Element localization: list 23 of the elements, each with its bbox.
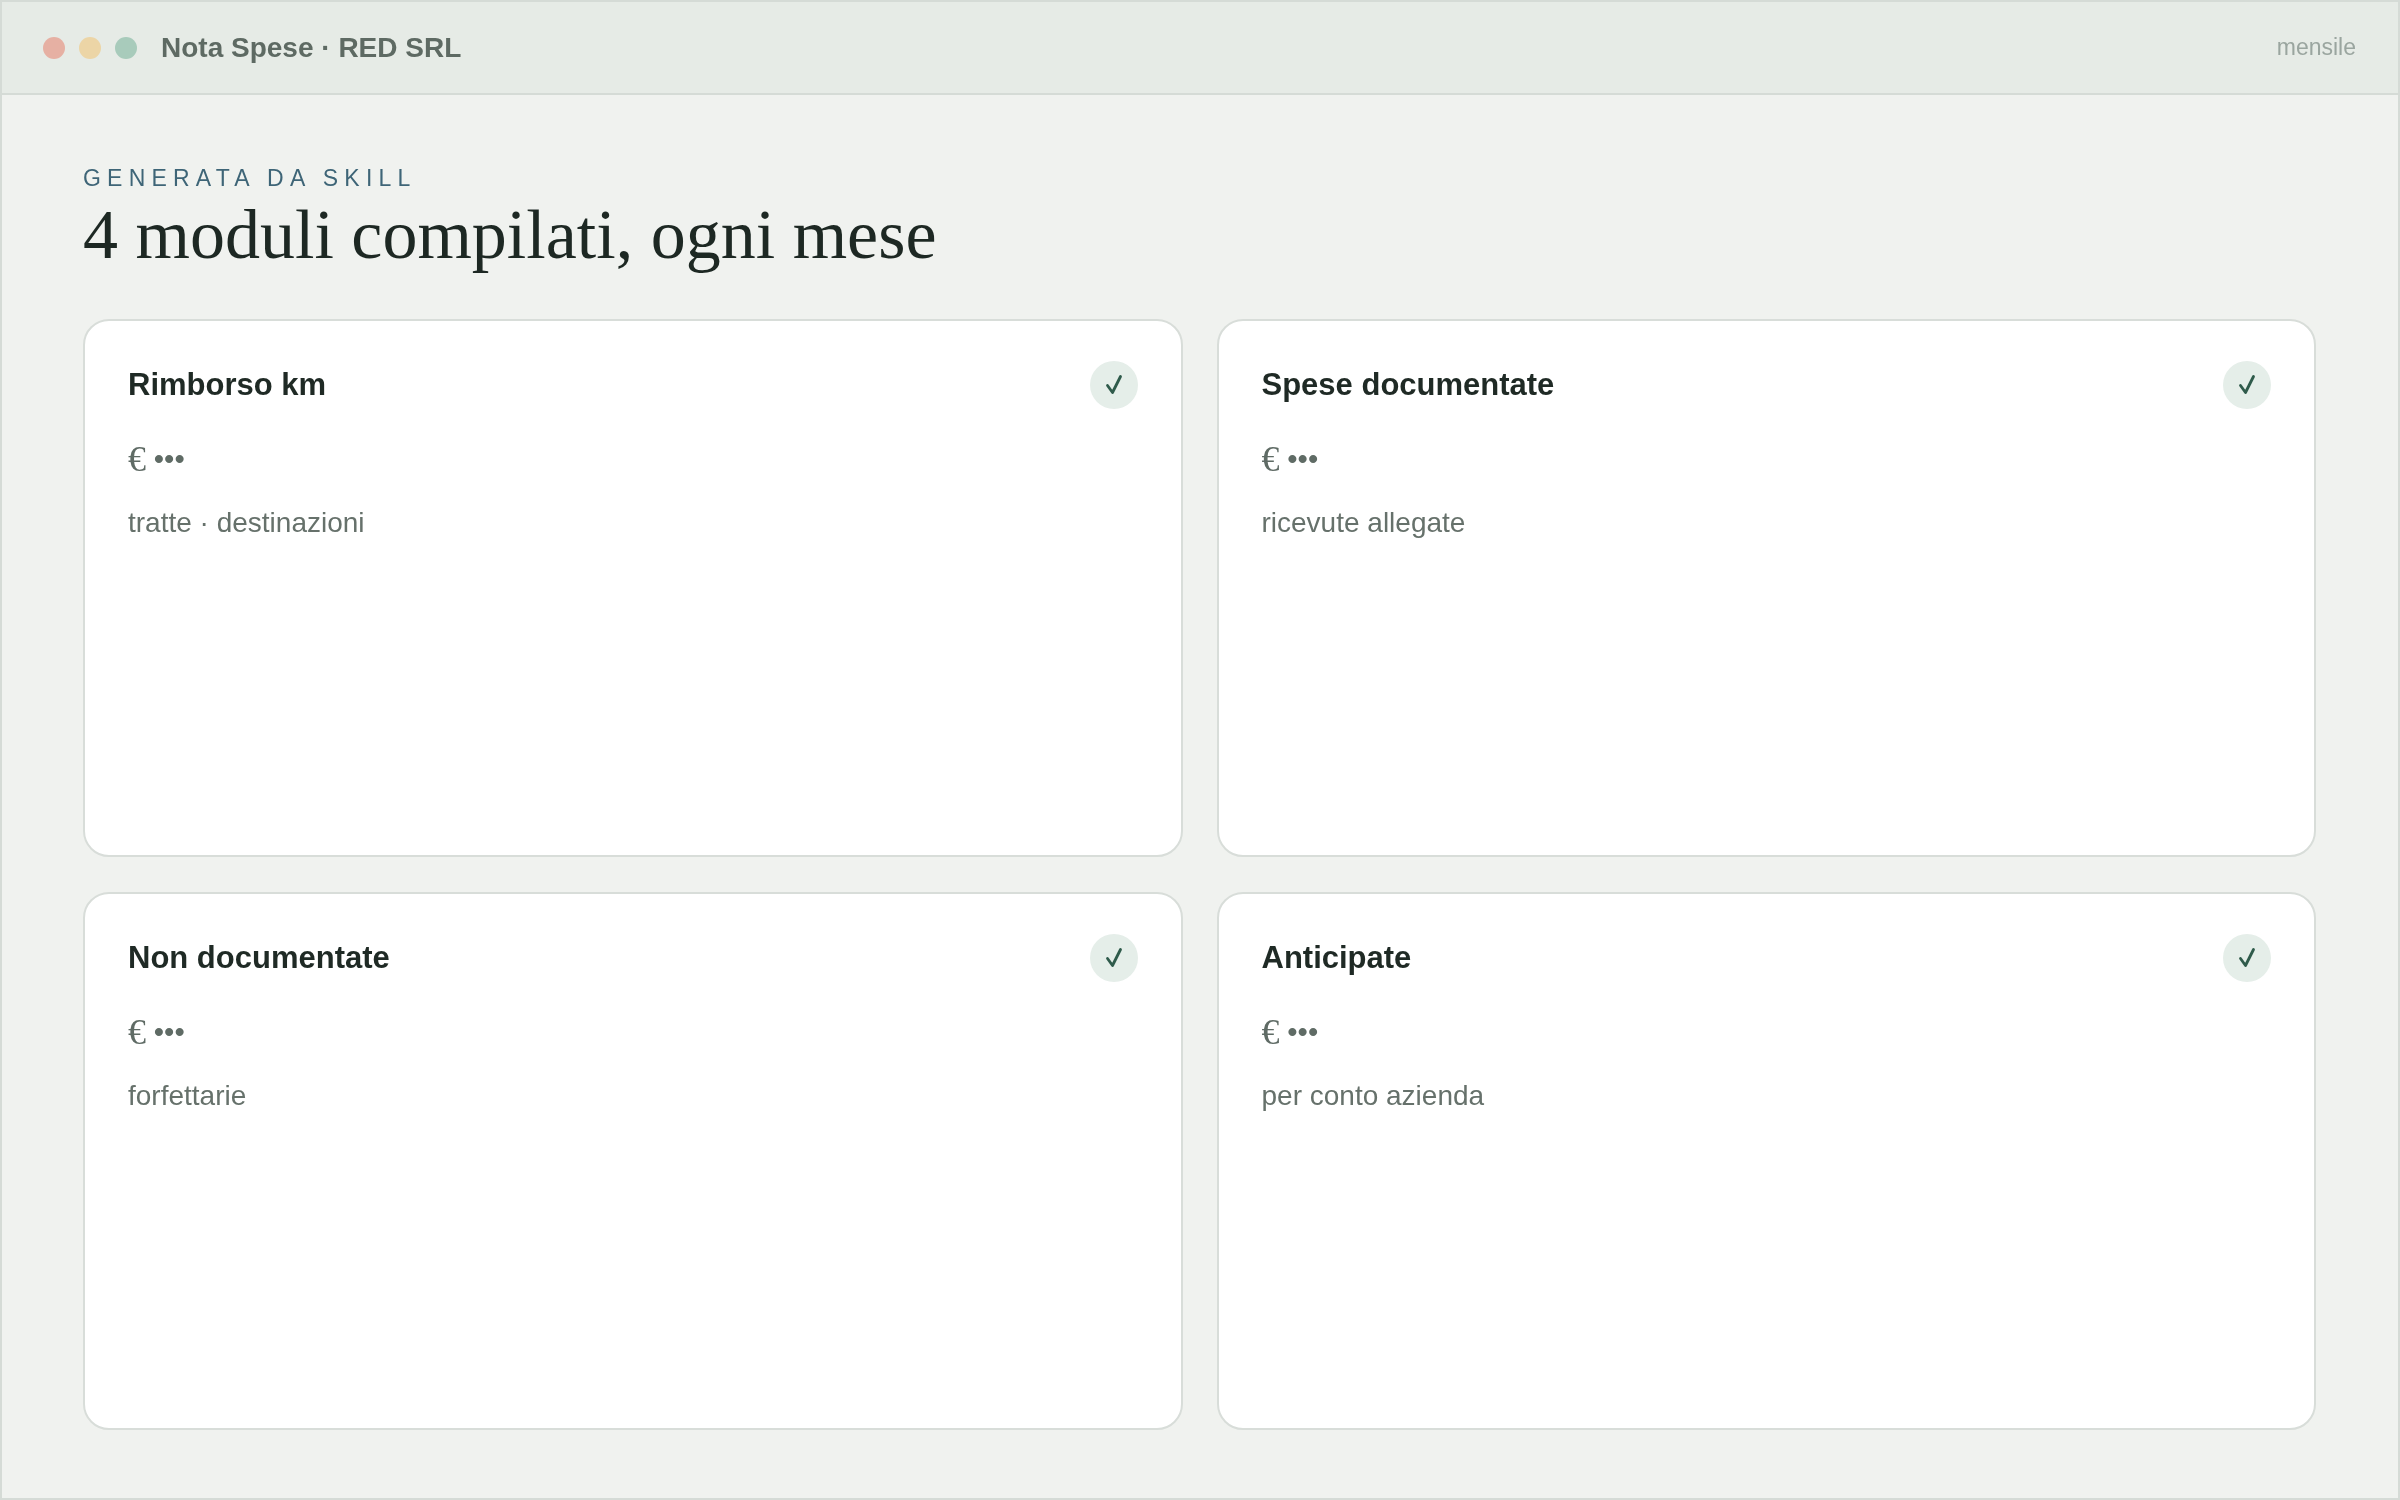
form-title: Anticipate [1261,939,1412,977]
period-label: mensile [2276,33,2356,63]
window-minimize-icon[interactable] [79,36,101,59]
eyebrow-label: GENERATA DA SKILL [83,165,417,193]
masked-amount: ••• [154,1015,186,1049]
form-title: Spese documentate [1261,366,1555,404]
window-zoom-icon[interactable] [115,36,137,59]
page-heading: 4 moduli compilati, ogni mese [83,196,937,273]
currency-symbol: € [128,439,146,479]
currency-symbol: € [128,1012,146,1052]
masked-amount: ••• [1287,442,1319,476]
masked-amount: ••• [154,442,186,476]
currency-symbol: € [1261,1012,1280,1052]
form-description: per conto azienda [1261,1079,1485,1113]
currency-symbol: € [1261,439,1280,479]
window-title: Nota Spese · RED SRL [161,30,462,65]
form-description: ricevute allegate [1261,506,1466,540]
window-close-icon[interactable] [43,36,65,59]
form-description: forfettarie [128,1079,247,1113]
form-description: tratte · destinazioni [128,506,365,540]
masked-amount: ••• [1287,1015,1319,1049]
form-title: Non documentate [128,939,390,977]
form-title: Rimborso km [128,366,327,404]
